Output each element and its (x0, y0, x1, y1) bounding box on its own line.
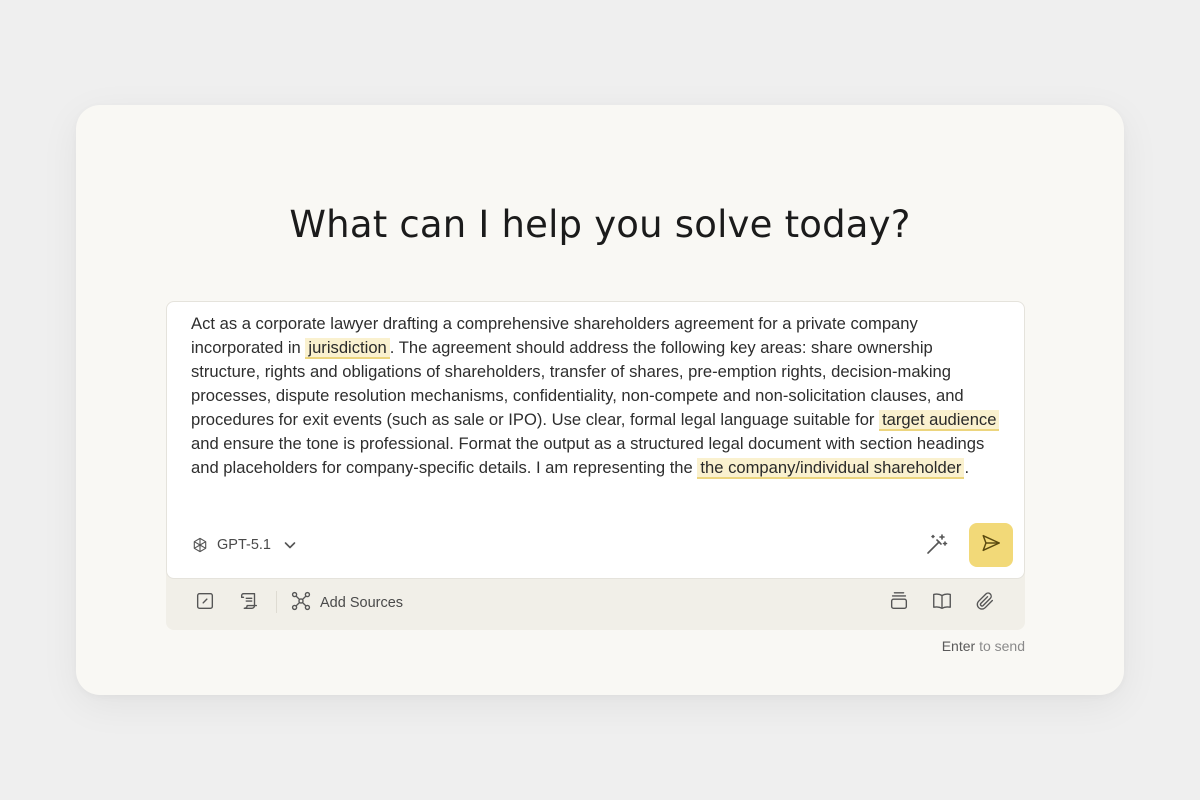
prompt-input[interactable]: Act as a corporate lawyer drafting a com… (191, 312, 1006, 480)
send-icon (980, 532, 1002, 559)
scroll-icon (238, 590, 260, 617)
knowledge-base-button[interactable] (931, 591, 953, 615)
prompt-variable[interactable]: target audience (879, 410, 1000, 431)
prompt-composer[interactable]: Act as a corporate lawyer drafting a com… (166, 301, 1025, 579)
magic-wand-icon (925, 532, 949, 561)
new-prompt-button[interactable] (194, 591, 216, 615)
send-hint: Enter to send (942, 638, 1025, 654)
prompt-card: What can I help you solve today? Act as … (76, 105, 1124, 695)
add-sources-button[interactable]: Add Sources (290, 591, 403, 615)
prompt-variable[interactable]: jurisdiction (305, 338, 390, 359)
chevron-down-icon (283, 538, 297, 552)
send-button[interactable] (969, 523, 1013, 567)
prompt-text-segment: . (964, 458, 970, 477)
prompt-library-button[interactable] (238, 591, 260, 615)
paperclip-icon (974, 590, 996, 617)
composer-toolbar: Add Sources (166, 573, 1025, 630)
page-title: What can I help you solve today? (289, 203, 911, 246)
book-open-icon (931, 590, 953, 617)
attach-file-button[interactable] (974, 591, 996, 615)
openai-logo-icon (191, 536, 209, 554)
context-stack-button[interactable] (888, 591, 910, 615)
model-label: GPT-5.1 (217, 537, 271, 553)
add-sources-label: Add Sources (320, 595, 404, 611)
send-hint-key: Enter (941, 638, 976, 654)
send-hint-text: to send (979, 638, 1025, 654)
nodes-icon (290, 590, 312, 616)
edit-square-icon (194, 590, 216, 617)
enhance-prompt-button[interactable] (923, 532, 951, 560)
prompt-variable[interactable]: the company/individual shareholder (697, 458, 965, 479)
model-selector[interactable]: GPT-5.1 (191, 534, 297, 556)
toolbar-divider (276, 591, 277, 613)
stack-icon (888, 590, 910, 617)
